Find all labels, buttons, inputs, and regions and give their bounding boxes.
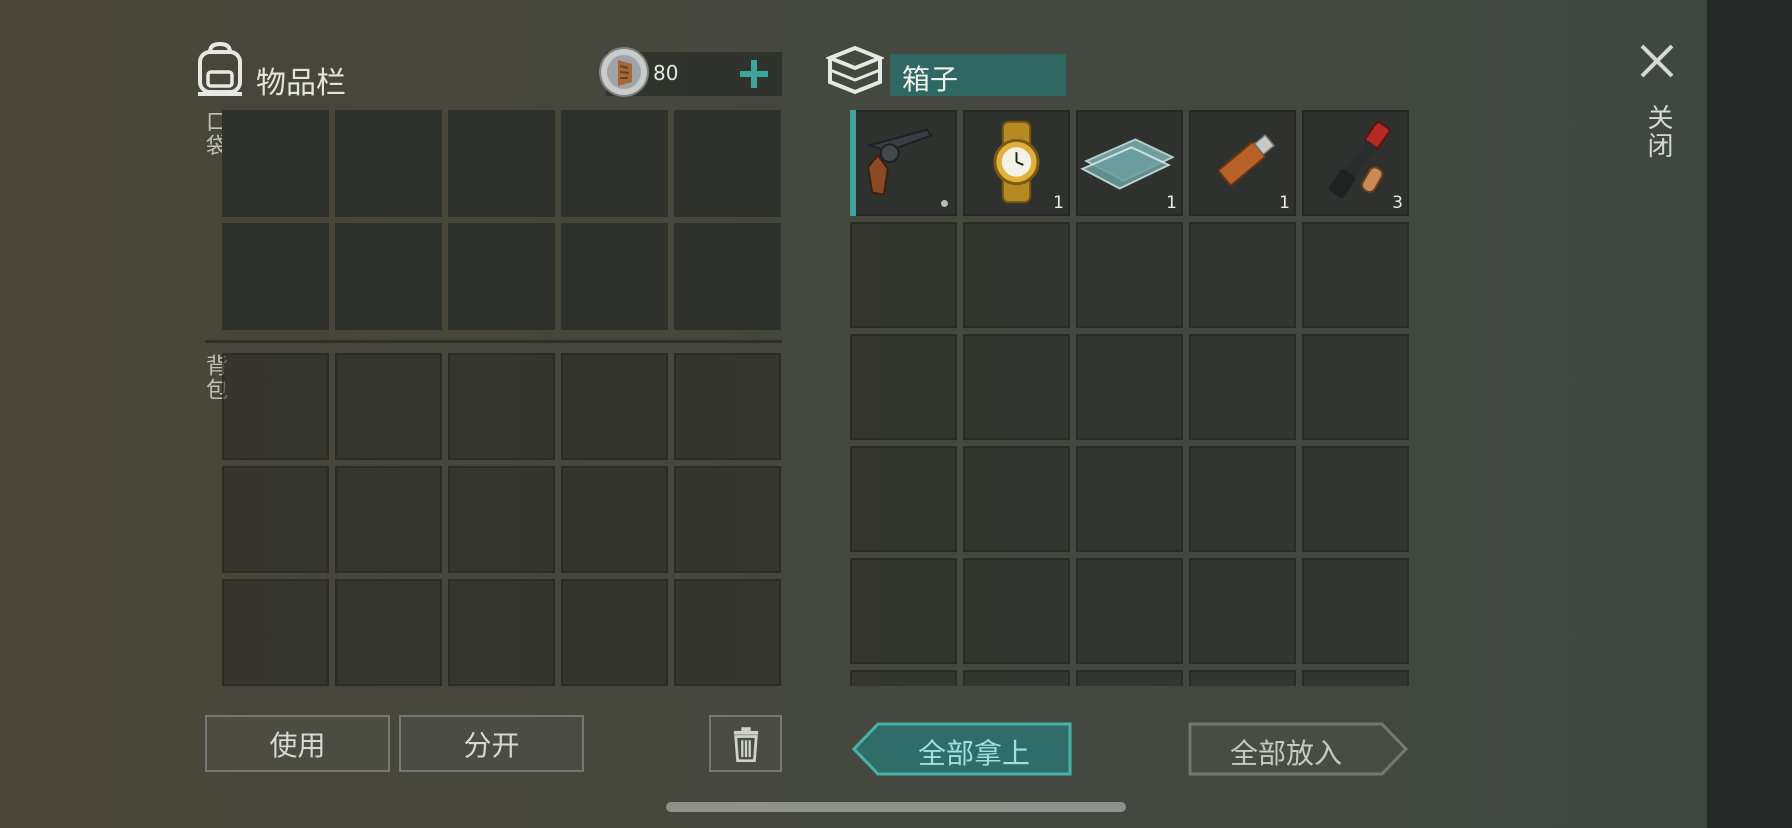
item-quantity: 1: [1166, 193, 1177, 213]
box-slot[interactable]: [1302, 558, 1409, 664]
use-button[interactable]: 使用: [205, 715, 390, 772]
take-all-button[interactable]: 全部拿上: [852, 722, 1072, 776]
box-icon: [824, 44, 886, 96]
home-indicator[interactable]: [666, 802, 1126, 812]
box-slot[interactable]: [963, 222, 1070, 328]
condition-dot: [941, 200, 948, 207]
backpack-slot[interactable]: [561, 466, 668, 573]
close-label[interactable]: 关闭: [1640, 104, 1677, 160]
box-slot[interactable]: [1076, 446, 1183, 552]
box-slot[interactable]: [1302, 334, 1409, 440]
pocket-grid: [222, 110, 781, 330]
box-slot[interactable]: [850, 222, 957, 328]
backpack-slot[interactable]: [674, 579, 781, 686]
box-slot[interactable]: [1189, 558, 1296, 664]
selected-indicator: [850, 110, 856, 216]
backpack-slot[interactable]: [561, 353, 668, 460]
coin-icon: [598, 46, 650, 98]
pocket-slot[interactable]: [674, 223, 781, 330]
box-slot[interactable]: [1076, 222, 1183, 328]
box-slot[interactable]: [1189, 670, 1296, 686]
box-slot[interactable]: [1189, 334, 1296, 440]
box-slot[interactable]: [963, 446, 1070, 552]
backpack-slot[interactable]: [561, 579, 668, 686]
backpack-slot[interactable]: [335, 579, 442, 686]
box-slot[interactable]: [1076, 670, 1183, 686]
backpack-grid: [222, 353, 781, 686]
box-slot[interactable]: [1189, 222, 1296, 328]
backpack-slot[interactable]: [674, 353, 781, 460]
box-slot[interactable]: [850, 558, 957, 664]
box-item-slot[interactable]: 1: [1189, 110, 1296, 216]
backpack-slot[interactable]: [335, 466, 442, 573]
plus-icon[interactable]: [738, 58, 770, 90]
pocket-slot[interactable]: [561, 223, 668, 330]
use-button-label: 使用: [269, 728, 326, 762]
backpack-slot[interactable]: [448, 353, 555, 460]
item-quantity: 3: [1392, 193, 1403, 213]
item-quantity: 1: [1279, 193, 1290, 213]
backpack-slot[interactable]: [448, 579, 555, 686]
box-slot[interactable]: [1076, 334, 1183, 440]
box-slot[interactable]: [850, 334, 957, 440]
box-slot[interactable]: [1302, 670, 1409, 686]
pocket-slot[interactable]: [222, 223, 329, 330]
box-slot[interactable]: [1076, 558, 1183, 664]
box-slot[interactable]: [963, 558, 1070, 664]
coin-count: 80: [653, 61, 679, 85]
box-item-slot[interactable]: 1: [963, 110, 1070, 216]
pocket-slot[interactable]: [448, 223, 555, 330]
take-all-label: 全部拿上: [917, 737, 1030, 770]
box-slot[interactable]: [1189, 446, 1296, 552]
backpack-slot[interactable]: [222, 353, 329, 460]
inventory-title: 物品栏: [256, 66, 346, 101]
box-slot[interactable]: [850, 446, 957, 552]
trash-icon: [733, 726, 758, 762]
put-all-label: 全部放入: [1229, 737, 1342, 770]
pocket-slot[interactable]: [222, 110, 329, 217]
box-slot[interactable]: [1302, 222, 1409, 328]
box-title-field[interactable]: 箱子: [890, 54, 1066, 96]
box-grid: 1 1 1 3: [850, 110, 1409, 686]
box-title: 箱子: [902, 63, 959, 96]
item-quantity: 1: [1053, 193, 1064, 213]
close-icon[interactable]: [1638, 42, 1676, 80]
trash-button[interactable]: [709, 715, 782, 772]
box-slot[interactable]: [963, 334, 1070, 440]
backpack-icon: [194, 41, 246, 98]
box-item-slot[interactable]: 1: [1076, 110, 1183, 216]
revolver-icon: [866, 128, 933, 196]
pocket-slot[interactable]: [561, 110, 668, 217]
box-item-slot[interactable]: 3: [1302, 110, 1409, 216]
pocket-slot[interactable]: [335, 223, 442, 330]
backpack-slot[interactable]: [448, 466, 555, 573]
split-button[interactable]: 分开: [399, 715, 584, 772]
box-slot[interactable]: [850, 670, 957, 686]
section-divider: [205, 340, 782, 343]
backpack-slot[interactable]: [335, 353, 442, 460]
pocket-slot[interactable]: [335, 110, 442, 217]
split-button-label: 分开: [463, 728, 520, 762]
backpack-slot[interactable]: [222, 466, 329, 573]
backpack-slot[interactable]: [674, 466, 781, 573]
right-edge-strip: [1707, 0, 1792, 828]
pocket-slot[interactable]: [448, 110, 555, 217]
put-all-button[interactable]: 全部放入: [1188, 722, 1408, 776]
box-slot[interactable]: [963, 670, 1070, 686]
backpack-slot[interactable]: [222, 579, 329, 686]
box-item-slot[interactable]: [850, 110, 957, 216]
pocket-slot[interactable]: [674, 110, 781, 217]
box-slot[interactable]: [1302, 446, 1409, 552]
